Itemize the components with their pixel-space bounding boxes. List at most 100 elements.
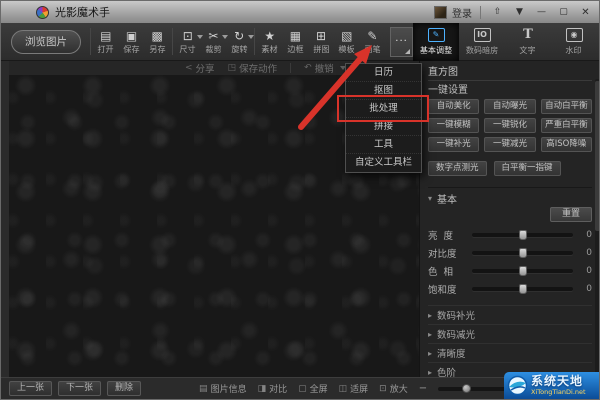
toolbar-border[interactable]: ▦ 边框	[283, 28, 309, 55]
tab-watermark[interactable]: ◉ 水印	[551, 23, 597, 61]
next-image-button[interactable]: 下一张	[58, 381, 102, 396]
white-balance-one-key-button[interactable]: 白平衡一指键	[493, 161, 561, 176]
scrollbar-thumb[interactable]	[595, 81, 599, 231]
onekey-blur-button[interactable]: 一键模糊	[428, 118, 480, 133]
metering-buttons: 数字点测光 白平衡一指键	[428, 161, 592, 176]
right-panel-tabs: ✎ 基本调整 IO 数码暗房 T 文字 ◉ 水印	[413, 22, 597, 61]
magnify-icon: ⊡	[379, 383, 387, 394]
brightness-slider[interactable]	[472, 230, 573, 240]
digital-spot-metering-button[interactable]: 数字点测光	[428, 161, 487, 176]
save-action-label: 保存动作	[239, 64, 278, 75]
app-window: 光影魔术手 登录 ⇧ ▼ — ▢ ✕ 浏览图片 ▤ 打开 ▣ 保存 ▩ 另存 ⊡…	[0, 0, 600, 400]
undo-button[interactable]: ↶ 撤销	[304, 61, 346, 75]
toolbar-resize[interactable]: ⊡ 尺寸	[175, 28, 203, 55]
strict-white-balance-button[interactable]: 严重白平衡	[540, 118, 592, 133]
main-toolbar: 浏览图片 ▤ 打开 ▣ 保存 ▩ 另存 ⊡ 尺寸 ✂ 裁剪 ↻ 旋转 ★ 素材 …	[1, 22, 599, 61]
tab-basic-adjust[interactable]: ✎ 基本调整	[413, 22, 459, 61]
toolbar-collage[interactable]: ⊞ 拼图	[308, 28, 334, 55]
zoom-out-icon[interactable]: −	[419, 383, 427, 394]
tab-text[interactable]: T 文字	[505, 23, 551, 61]
hue-slider[interactable]	[472, 266, 573, 276]
save-action-icon: ◳	[227, 63, 237, 73]
toolbar-brush-label: 画笔	[364, 45, 381, 55]
chevron-down-icon[interactable]	[247, 35, 254, 39]
toolbar-save-label: 保存	[123, 45, 140, 55]
slider-thumb[interactable]	[518, 248, 527, 258]
globe-icon	[507, 375, 528, 396]
basic-section-header[interactable]: ▾ 基本	[428, 187, 592, 206]
onekey-sharpen-button[interactable]: 一键锐化	[484, 118, 536, 133]
basic-section-title: 基本	[437, 194, 458, 206]
toolbar-save[interactable]: ▣ 保存	[119, 28, 145, 55]
more-tools-button[interactable]: ···	[390, 26, 413, 57]
delete-image-button[interactable]: 删除	[107, 381, 142, 396]
open-icon: ▤	[100, 29, 112, 43]
toolbar-material-label: 素材	[261, 45, 278, 55]
undo-label: 撤销	[314, 64, 334, 75]
toolbar-crop[interactable]: ✂ 裁剪	[201, 28, 229, 55]
caret-right-icon: ▸	[428, 310, 433, 320]
fullscreen-label: 全屏	[309, 385, 328, 395]
high-iso-denoise-button[interactable]: 高ISO降噪	[540, 137, 592, 152]
compare-toggle[interactable]: ◨ 对比	[258, 382, 288, 396]
auto-white-balance-button[interactable]: 自动白平衡	[540, 99, 592, 114]
tab-digital-darkroom[interactable]: IO 数码暗房	[459, 23, 505, 61]
fit-screen-icon: ◫	[338, 383, 348, 394]
section-clarity[interactable]: ▸ 清晰度	[428, 343, 592, 362]
caret-down-icon: ▾	[428, 193, 433, 203]
resize-icon: ⊡	[182, 29, 193, 43]
toolbar-divider	[90, 28, 91, 55]
save-action-button[interactable]: ◳ 保存动作	[228, 61, 278, 75]
caret-right-icon: ▸	[428, 329, 433, 339]
toolbar-brush[interactable]: ✎ 画笔	[360, 28, 386, 55]
login-button[interactable]: 登录	[452, 5, 472, 20]
contrast-slider-row: 对比度 0	[428, 244, 592, 262]
image-info-toggle[interactable]: ▤ 图片信息	[199, 382, 247, 396]
slider-thumb[interactable]	[518, 284, 527, 294]
more-icon: ···	[395, 36, 408, 47]
panel-scrollbar[interactable]	[595, 79, 599, 374]
toolbar-open[interactable]: ▤ 打开	[93, 28, 119, 55]
auto-exposure-button[interactable]: 自动曝光	[484, 99, 536, 114]
reset-button[interactable]: 重置	[550, 207, 592, 222]
main-menu-icon[interactable]: ▼	[511, 5, 528, 20]
minimize-button[interactable]: —	[533, 5, 550, 20]
histogram-header[interactable]: 直方图	[428, 65, 592, 81]
auto-beautify-button[interactable]: 自动美化	[428, 99, 480, 114]
image-info-label: 图片信息	[210, 385, 247, 395]
toolbar-template[interactable]: ▧ 模板	[334, 28, 360, 55]
user-avatar[interactable]	[434, 5, 447, 19]
slider-thumb[interactable]	[518, 266, 527, 276]
previous-image-button[interactable]: 上一张	[9, 381, 53, 396]
fullscreen-button[interactable]: ▢ 全屏	[298, 382, 328, 396]
corner-triangle-icon	[404, 48, 410, 54]
toolbar-border-label: 边框	[287, 45, 304, 55]
contrast-slider[interactable]	[472, 248, 573, 258]
onekey-fill-light-button[interactable]: 一键补光	[428, 137, 480, 152]
contrast-label: 对比度	[428, 249, 457, 260]
share-button[interactable]: < 分享	[185, 61, 215, 75]
toolbar-rotate[interactable]: ↻ 旋转	[226, 28, 254, 55]
adjustments-panel: 直方图 一键设置 自动美化 自动曝光 自动白平衡 一键模糊 一键锐化 严重白平衡…	[419, 61, 599, 380]
menu-item-calendar[interactable]: 日历	[346, 64, 421, 82]
skin-icon[interactable]: ⇧	[489, 5, 506, 20]
toolbar-material[interactable]: ★ 素材	[257, 28, 283, 55]
fit-screen-button[interactable]: ◫ 适屏	[338, 382, 369, 396]
section-label: 清晰度	[437, 349, 466, 360]
section-digital-dim-light[interactable]: ▸ 数码减光	[428, 324, 592, 343]
magnify-button[interactable]: ⊡ 放大	[379, 382, 408, 396]
onekey-dim-light-button[interactable]: 一键减光	[484, 137, 536, 152]
toolbar-save-as[interactable]: ▩ 另存	[144, 28, 170, 55]
menu-item-tools[interactable]: 工具	[346, 136, 421, 154]
slider-thumb[interactable]	[518, 230, 527, 240]
fullscreen-icon: ▢	[298, 383, 307, 394]
tab-text-label: 文字	[519, 45, 537, 56]
menu-item-customize-toolbar[interactable]: 自定义工具栏	[346, 154, 421, 172]
maximize-button[interactable]: ▢	[555, 5, 572, 20]
close-button[interactable]: ✕	[577, 5, 594, 20]
section-digital-fill-light[interactable]: ▸ 数码补光	[428, 305, 592, 324]
saturation-label: 饱和度	[428, 285, 457, 296]
browse-pictures-button[interactable]: 浏览图片	[11, 29, 81, 54]
saturation-slider[interactable]	[472, 284, 573, 294]
zoom-slider-thumb[interactable]	[461, 383, 471, 393]
